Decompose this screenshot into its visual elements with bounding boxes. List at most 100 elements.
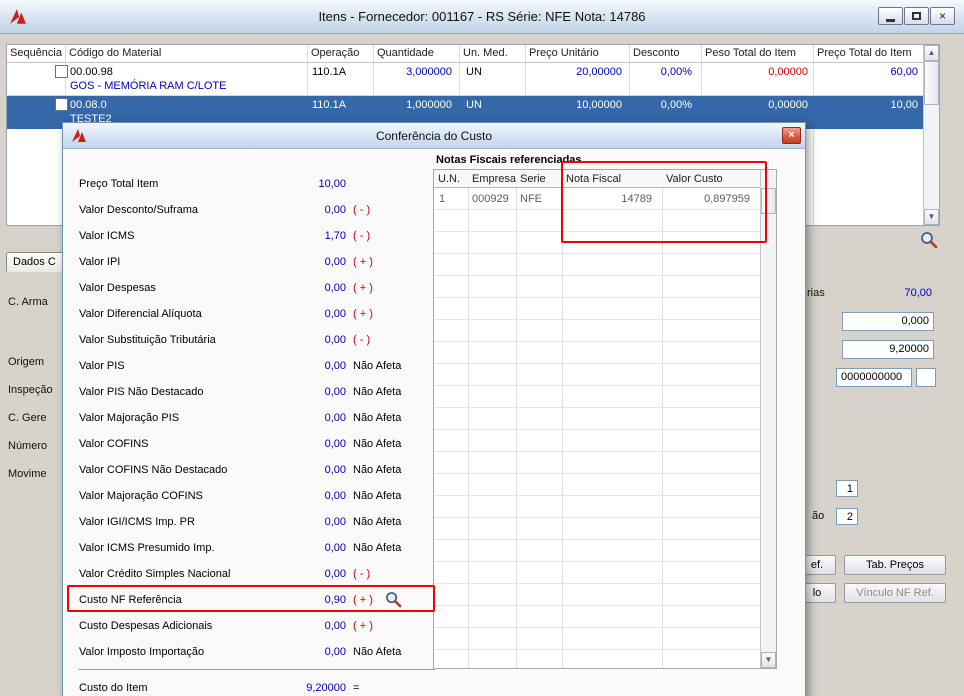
col-header-preco-total[interactable]: Preço Total do Item (814, 45, 922, 62)
numeric-field[interactable]: 9,20000 (842, 340, 934, 359)
cost-row: Valor COFINS0,00Não Afeta (79, 431, 435, 457)
cost-label: Valor IGI/ICMS Imp. PR (79, 516, 195, 528)
scroll-up-icon: ▲ (928, 48, 936, 57)
zoom-button[interactable] (920, 231, 938, 252)
cost-value: 0,00 (259, 282, 346, 294)
cost-op: ( - ) (353, 334, 370, 346)
cost-value: 0,00 (259, 438, 346, 450)
cost-op: Não Afeta (353, 386, 401, 398)
cost-row: Valor Imposto Importação0,00Não Afeta (79, 639, 435, 665)
col-header-serie[interactable]: Serie (516, 173, 546, 185)
cell-desconto: 0,00% (630, 63, 692, 96)
cost-row: Valor IPI0,00( + ) (79, 249, 435, 275)
close-button[interactable]: × (930, 7, 955, 25)
cost-value: 0,00 (259, 620, 346, 632)
scroll-down-button[interactable]: ▼ (761, 652, 776, 668)
cost-row: Custo Despesas Adicionais0,00( + ) (79, 613, 435, 639)
cell-descricao: GOS - MEMÓRIA RAM C/LOTE (70, 80, 226, 92)
cost-label: Valor IPI (79, 256, 120, 268)
cost-op: ( - ) (353, 568, 370, 580)
numeric-field[interactable]: 0,000 (842, 312, 934, 331)
tab-precos-button[interactable]: Tab. Preços (844, 555, 946, 575)
cost-row: Preço Total Item10,00 (79, 171, 435, 197)
small-field[interactable]: 1 (836, 480, 858, 497)
dialog-titlebar: Conferência do Custo × (63, 123, 805, 149)
cost-label: Valor ICMS Presumido Imp. (79, 542, 215, 554)
col-header-peso-total[interactable]: Peso Total do Item (702, 45, 812, 62)
tab-dados-complementares[interactable]: Dados C (6, 252, 66, 272)
col-header-un[interactable]: U.N. (434, 173, 460, 185)
close-icon: × (788, 129, 794, 141)
cost-label: Valor ICMS (79, 230, 134, 242)
cost-label: Valor Despesas (79, 282, 156, 294)
window-title: Itens - Fornecedor: 001167 - RS Série: N… (0, 9, 964, 24)
window-titlebar: Itens - Fornecedor: 001167 - RS Série: N… (0, 0, 964, 34)
code-field-small[interactable] (916, 368, 936, 387)
cost-op: ( - ) (353, 204, 370, 216)
col-header-codigo[interactable]: Código do Material (66, 45, 306, 62)
dialog-close-button[interactable]: × (782, 127, 801, 144)
col-header-unmed[interactable]: Un. Med. (460, 45, 524, 62)
col-header-quantidade[interactable]: Quantidade (374, 45, 458, 62)
cell-operacao: 110.1A (308, 63, 372, 96)
col-header-sequencia[interactable]: Sequência (7, 45, 65, 62)
code-field[interactable]: 0000000000 (836, 368, 912, 387)
cost-label: Valor Diferencial Alíquota (79, 308, 202, 320)
cell-preco-unitario: 20,00000 (526, 63, 622, 96)
cost-value: 0,00 (259, 308, 346, 320)
cell-unmed: UN (460, 63, 524, 96)
cell-sequencia: 1 (7, 63, 61, 96)
cost-op: Não Afeta (353, 464, 401, 476)
col-header-operacao[interactable]: Operação (308, 45, 372, 62)
cell-preco-total: 60,00 (814, 63, 918, 96)
cost-total-op: = (353, 682, 359, 694)
scroll-up-button[interactable]: ▲ (924, 45, 939, 61)
small-field[interactable]: 2 (836, 508, 858, 525)
cost-label: Valor Crédito Simples Nacional (79, 568, 230, 580)
cost-total-value: 9,20000 (259, 682, 346, 694)
cost-row: Valor COFINS Não Destacado0,00Não Afeta (79, 457, 435, 483)
ref-panel-caption: Notas Fiscais referenciadas (436, 154, 582, 166)
restore-icon (912, 12, 921, 20)
cost-op: Não Afeta (353, 360, 401, 372)
col-header-desconto[interactable]: Desconto (630, 45, 700, 62)
annotation-highlight-nota-fiscal (561, 161, 767, 243)
col-header-preco-unitario[interactable]: Preço Unitário (526, 45, 628, 62)
cost-op: ( + ) (353, 282, 373, 294)
col-header-empresa[interactable]: Empresa (468, 173, 516, 185)
cost-value: 0,00 (259, 360, 346, 372)
cost-op: ( + ) (353, 308, 373, 320)
cost-value: 0,00 (259, 204, 346, 216)
cost-label: Valor COFINS Não Destacado (79, 464, 227, 476)
cell-peso-total: 0,00000 (702, 63, 808, 96)
ref-cell-serie: NFE (520, 193, 542, 205)
cost-label: Valor PIS Não Destacado (79, 386, 204, 398)
minimize-button[interactable] (878, 7, 903, 25)
cost-row: Valor Despesas 0,00 ( + ) (79, 275, 435, 301)
items-grid-scrollbar[interactable]: ▲ ▼ (923, 45, 939, 225)
cost-op: Não Afeta (353, 490, 401, 502)
scroll-down-icon: ▼ (928, 212, 936, 221)
cost-label: Custo Despesas Adicionais (79, 620, 212, 632)
scroll-down-button[interactable]: ▼ (924, 209, 939, 225)
vinculo-nf-ref-button[interactable]: Vínculo NF Ref. (844, 583, 946, 603)
field-label-partial: ão (812, 510, 824, 522)
dialog-conferencia-do-custo: Conferência do Custo × Preço Total Item1… (62, 122, 806, 696)
field-label: Origem (8, 356, 62, 368)
cell-codigo: 00.00.98GOS - MEMÓRIA RAM C/LOTE (66, 63, 306, 96)
field-label-partial: rias (807, 287, 825, 299)
restore-button[interactable] (904, 7, 929, 25)
cost-label: Valor Substituição Tributária (79, 334, 216, 346)
field-label: Número (8, 440, 62, 452)
cell-quantidade: 3,000000 (374, 63, 452, 96)
magnifier-icon (920, 231, 938, 249)
ref-cell-un: 1 (439, 193, 445, 205)
table-row[interactable]: 1 00.00.98GOS - MEMÓRIA RAM C/LOTE 110.1… (7, 63, 923, 96)
cost-label: Valor Majoração COFINS (79, 490, 203, 502)
cost-value: 1,70 (259, 230, 346, 242)
scrollbar-thumb[interactable] (924, 61, 939, 105)
ref-grid-scrollbar[interactable]: ▼ (760, 170, 776, 668)
cost-label: Valor PIS (79, 360, 125, 372)
cost-row: Valor Diferencial Alíquota 0,00 ( + ) (79, 301, 435, 327)
cost-op: ( + ) (353, 256, 373, 268)
